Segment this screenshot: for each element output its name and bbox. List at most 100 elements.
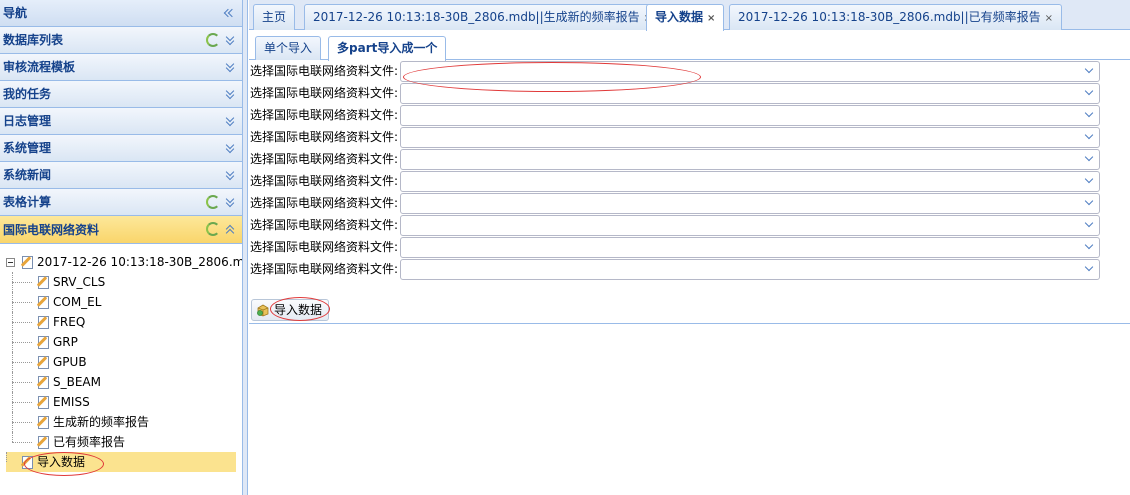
- file-select-input[interactable]: [401, 62, 1081, 81]
- tree-item[interactable]: 生成新的频率报告: [0, 412, 242, 432]
- edit-file-icon: [36, 375, 50, 390]
- file-select-combo[interactable]: [400, 105, 1100, 126]
- tree-item[interactable]: S_BEAM: [0, 372, 242, 392]
- tree-item[interactable]: SRV_CLS: [0, 272, 242, 292]
- tree-connector: [12, 402, 32, 403]
- refresh-icon[interactable]: [206, 33, 220, 47]
- file-select-row: 选择国际电联网络资料文件:: [249, 170, 1130, 192]
- tree-item-selected[interactable]: 导入数据: [6, 452, 236, 472]
- file-select-label: 选择国际电联网络资料文件:: [250, 130, 399, 144]
- tab-1[interactable]: 2017-12-26 10:13:18-30B_2806.mdb||生成新的频率…: [304, 4, 662, 30]
- tree-connector: [12, 382, 32, 383]
- edit-file-icon: [36, 295, 50, 310]
- file-select-combo[interactable]: [400, 259, 1100, 280]
- expand-icon[interactable]: [224, 60, 236, 74]
- tree-item[interactable]: GPUB: [0, 352, 242, 372]
- expand-icon[interactable]: [224, 141, 236, 155]
- tab-0[interactable]: 主页: [253, 4, 296, 30]
- chevron-down-icon[interactable]: [1081, 106, 1099, 125]
- file-select-input[interactable]: [401, 216, 1081, 235]
- file-select-combo[interactable]: [400, 193, 1100, 214]
- tree-item[interactable]: FREQ: [0, 312, 242, 332]
- file-select-input[interactable]: [401, 238, 1081, 257]
- file-select-input[interactable]: [401, 194, 1081, 213]
- splitter[interactable]: [243, 0, 248, 495]
- tree-item-label: S_BEAM: [53, 375, 101, 389]
- file-select-input[interactable]: [401, 260, 1081, 279]
- tree-root[interactable]: 2017-12-26 10:13:18-30B_2806.mdb: [0, 252, 242, 272]
- close-tab-icon[interactable]: ×: [1045, 13, 1053, 24]
- sidebar-section-2[interactable]: 我的任务: [0, 81, 242, 108]
- chevron-down-icon[interactable]: [1081, 216, 1099, 235]
- chevron-down-icon[interactable]: [1081, 150, 1099, 169]
- tree-connector: [12, 292, 13, 312]
- file-select-form: 选择国际电联网络资料文件: 选择国际电联网络资料文件: 选择国际电联网络资料文件: 选…: [249, 60, 1130, 280]
- sidebar-section-7[interactable]: 国际电联网络资料: [0, 216, 242, 244]
- tree-connector: [12, 392, 13, 412]
- collapse-sidebar-icon[interactable]: [222, 6, 236, 20]
- chevron-down-icon[interactable]: [1081, 84, 1099, 103]
- tree-connector: [12, 272, 13, 292]
- refresh-icon[interactable]: [206, 195, 220, 209]
- chevron-down-icon[interactable]: [1081, 194, 1099, 213]
- tree-connector: [12, 352, 13, 372]
- file-select-label: 选择国际电联网络资料文件:: [250, 86, 399, 100]
- chevron-down-icon[interactable]: [1081, 260, 1099, 279]
- tree-connector: [12, 422, 32, 423]
- sidebar-section-4[interactable]: 系统管理: [0, 135, 242, 162]
- file-select-label: 选择国际电联网络资料文件:: [250, 196, 399, 210]
- sidebar-section-3[interactable]: 日志管理: [0, 108, 242, 135]
- file-select-combo[interactable]: [400, 237, 1100, 258]
- edit-file-icon: [36, 415, 50, 430]
- file-select-combo[interactable]: [400, 215, 1100, 236]
- chevron-down-icon[interactable]: [1081, 62, 1099, 81]
- sidebar-section-0[interactable]: 数据库列表: [0, 27, 242, 54]
- chevron-down-icon[interactable]: [1081, 172, 1099, 191]
- chevron-down-icon[interactable]: [1081, 238, 1099, 257]
- tab-label: 2017-12-26 10:13:18-30B_2806.mdb||已有频率报告: [738, 10, 1041, 24]
- file-select-combo[interactable]: [400, 171, 1100, 192]
- subtab-label: 单个导入: [264, 41, 313, 55]
- expand-icon[interactable]: [224, 195, 236, 209]
- tree-item[interactable]: 已有频率报告: [0, 432, 242, 452]
- sidebar-section-1[interactable]: 审核流程模板: [0, 54, 242, 81]
- file-select-input[interactable]: [401, 84, 1081, 103]
- expand-icon[interactable]: [224, 33, 236, 47]
- subtab-1[interactable]: 多part导入成一个: [328, 36, 447, 61]
- file-select-combo[interactable]: [400, 83, 1100, 104]
- tree-item[interactable]: COM_EL: [0, 292, 242, 312]
- expand-icon[interactable]: [224, 114, 236, 128]
- sidebar-section-5[interactable]: 系统新闻: [0, 162, 242, 189]
- collapse-icon[interactable]: [224, 222, 236, 236]
- chevron-down-icon[interactable]: [1081, 128, 1099, 147]
- tab-label: 导入数据: [655, 10, 704, 24]
- file-select-row: 选择国际电联网络资料文件:: [249, 60, 1130, 82]
- refresh-icon[interactable]: [206, 222, 220, 236]
- edit-file-icon: [36, 315, 50, 330]
- sidebar-section-label: 表格计算: [3, 195, 52, 209]
- file-select-input[interactable]: [401, 106, 1081, 125]
- collapse-node-icon[interactable]: [6, 258, 15, 267]
- tree-item[interactable]: GRP: [0, 332, 242, 352]
- section-tools: [224, 108, 236, 134]
- sidebar-section-6[interactable]: 表格计算: [0, 189, 242, 216]
- file-select-input[interactable]: [401, 150, 1081, 169]
- tree-item[interactable]: EMISS: [0, 392, 242, 412]
- close-tab-icon[interactable]: ×: [707, 13, 715, 24]
- import-box-icon: [257, 304, 269, 317]
- file-select-combo[interactable]: [400, 127, 1100, 148]
- expand-icon[interactable]: [224, 87, 236, 101]
- file-select-combo[interactable]: [400, 149, 1100, 170]
- tab-2[interactable]: 导入数据 ×: [646, 4, 725, 31]
- expand-icon[interactable]: [224, 168, 236, 182]
- file-select-input[interactable]: [401, 172, 1081, 191]
- file-select-label: 选择国际电联网络资料文件:: [250, 108, 399, 122]
- subtab-0[interactable]: 单个导入: [255, 36, 322, 60]
- file-select-row: 选择国际电联网络资料文件:: [249, 236, 1130, 258]
- file-select-combo[interactable]: [400, 61, 1100, 82]
- tree-connector: [12, 282, 32, 283]
- tab-3[interactable]: 2017-12-26 10:13:18-30B_2806.mdb||已有频率报告…: [729, 4, 1063, 30]
- file-select-input[interactable]: [401, 128, 1081, 147]
- file-select-label: 选择国际电联网络资料文件:: [250, 64, 399, 78]
- import-data-button[interactable]: 导入数据: [251, 299, 330, 321]
